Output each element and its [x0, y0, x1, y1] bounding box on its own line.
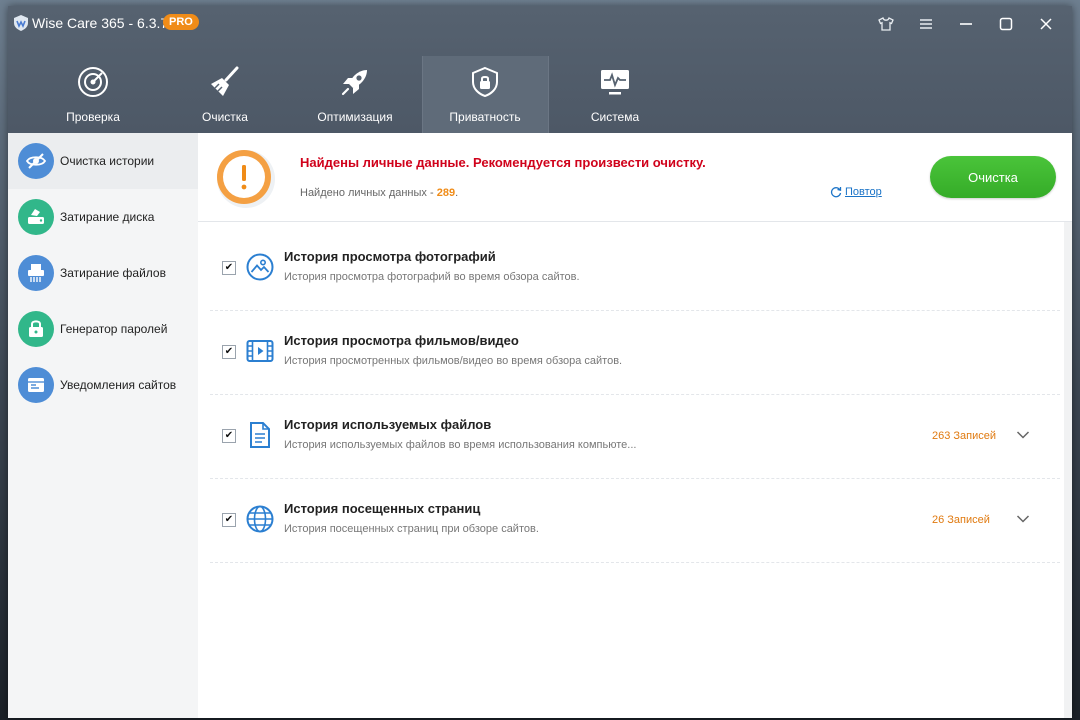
broom-icon: [211, 66, 239, 96]
skin-button[interactable]: [870, 12, 902, 36]
row-divider: [210, 562, 1060, 563]
photo-icon: [246, 253, 274, 281]
list-item-video-history: ✔ История просмотра фильмов/видео Истори…: [210, 310, 1060, 394]
item-title: История просмотра фотографий: [284, 249, 496, 264]
banner-title: Найдены личные данные. Рекомендуется про…: [300, 155, 706, 170]
item-title: История просмотра фильмов/видео: [284, 333, 519, 348]
scan-result-banner: Найдены личные данные. Рекомендуется про…: [198, 133, 1072, 222]
app-window: Wise Care 365 - 6.3.7 PRO Проверка Очист…: [8, 6, 1072, 718]
app-title: Wise Care 365 - 6.3.7: [32, 15, 169, 31]
document-icon: [250, 422, 270, 448]
item-title: История используемых файлов: [284, 417, 492, 432]
chevron-down-icon[interactable]: [1016, 430, 1030, 440]
sidebar-item-file-shredder[interactable]: Затирание файлов: [8, 245, 198, 301]
nav-divider: [548, 56, 549, 133]
item-checkbox[interactable]: ✔: [222, 345, 236, 359]
found-summary: Найдено личных данных - 289.: [300, 187, 458, 199]
minimize-icon: [960, 23, 972, 25]
list-item-file-history: ✔ История используемых файлов История ис…: [210, 394, 1060, 478]
eye-off-icon: [18, 143, 54, 179]
sidebar-item-site-notifications[interactable]: Уведомления сайтов: [8, 357, 198, 413]
refresh-icon: [830, 187, 842, 198]
tab-label: Проверка: [66, 110, 120, 124]
tab-privacy[interactable]: Приватность: [422, 56, 548, 133]
item-checkbox[interactable]: ✔: [222, 429, 236, 443]
privacy-lock-icon: [472, 66, 498, 98]
sidebar-item-history-clean[interactable]: Очистка истории: [8, 133, 198, 189]
item-record-count[interactable]: 263 Записей: [932, 430, 996, 442]
globe-icon: [246, 505, 274, 533]
minimize-button[interactable]: [950, 12, 982, 36]
sidebar-item-password-generator[interactable]: Генератор паролей: [8, 301, 198, 357]
app-logo-icon: [14, 15, 28, 31]
tab-clean[interactable]: Очистка: [162, 56, 288, 133]
maximize-button[interactable]: [990, 12, 1022, 36]
item-record-count[interactable]: 26 Записей: [932, 514, 990, 526]
tshirt-icon: [878, 17, 894, 31]
found-label: Найдено личных данных -: [300, 187, 437, 199]
item-description: История просмотра фотографий во время об…: [284, 271, 580, 283]
item-checkbox[interactable]: ✔: [222, 261, 236, 275]
tab-check[interactable]: Проверка: [30, 56, 156, 133]
hamburger-menu-icon: [920, 19, 932, 29]
item-checkbox[interactable]: ✔: [222, 513, 236, 527]
sidebar-item-label: Уведомления сайтов: [60, 378, 177, 392]
item-title: История посещенных страниц: [284, 501, 481, 516]
password-lock-icon: [18, 311, 54, 347]
clean-button[interactable]: Очистка: [930, 156, 1056, 198]
maximize-icon: [999, 17, 1013, 31]
title-bar: Wise Care 365 - 6.3.7 PRO: [8, 6, 1072, 42]
found-count: 289: [436, 187, 456, 199]
retry-label: Повтор: [845, 186, 882, 198]
tab-optimize[interactable]: Оптимизация: [292, 56, 418, 133]
nav-divider: [422, 56, 423, 133]
tab-label: Оптимизация: [317, 110, 393, 124]
main-panel: Найдены личные данные. Рекомендуется про…: [198, 133, 1072, 718]
close-button[interactable]: [1030, 12, 1062, 36]
main-nav: Проверка Очистка Оптимизация Приватность…: [8, 56, 1072, 133]
chevron-down-icon[interactable]: [1016, 514, 1030, 524]
sidebar-item-disk-eraser[interactable]: Затирание диска: [8, 189, 198, 245]
menu-button[interactable]: [910, 12, 942, 36]
sidebar: Очистка истории Затирание диска Затирани…: [8, 133, 199, 718]
film-icon: [246, 340, 274, 362]
tab-label: Система: [590, 110, 640, 124]
item-description: История просмотренных фильмов/видео во в…: [284, 355, 623, 367]
tab-system[interactable]: Система: [552, 56, 678, 133]
list-item-page-history: ✔ История посещенных страниц История пос…: [210, 478, 1060, 562]
sidebar-item-label: Очистка истории: [60, 154, 155, 168]
pro-badge: PRO: [163, 14, 199, 30]
tab-label: Приватность: [449, 110, 521, 124]
item-description: История посещенных страниц при обзоре са…: [284, 523, 539, 535]
shredder-icon: [18, 255, 54, 291]
found-suffix: .: [455, 187, 459, 199]
close-icon: [1040, 18, 1052, 30]
sidebar-item-label: Затирание файлов: [60, 266, 166, 280]
disk-eraser-icon: [18, 199, 54, 235]
warning-icon: [217, 150, 275, 208]
monitor-icon: [601, 70, 629, 95]
radar-icon: [78, 67, 108, 97]
item-description: История используемых файлов во время исп…: [284, 439, 637, 451]
sidebar-item-label: Генератор паролей: [60, 322, 168, 336]
rocket-icon: [341, 70, 367, 96]
header: Wise Care 365 - 6.3.7 PRO Проверка Очист…: [8, 6, 1072, 133]
tab-label: Очистка: [202, 110, 248, 124]
sidebar-item-label: Затирание диска: [60, 210, 155, 224]
list-item-photo-history: ✔ История просмотра фотографий История п…: [210, 226, 1060, 310]
scrollbar[interactable]: [1064, 222, 1072, 718]
site-notification-icon: [18, 367, 54, 403]
retry-link[interactable]: Повтор: [830, 186, 882, 198]
